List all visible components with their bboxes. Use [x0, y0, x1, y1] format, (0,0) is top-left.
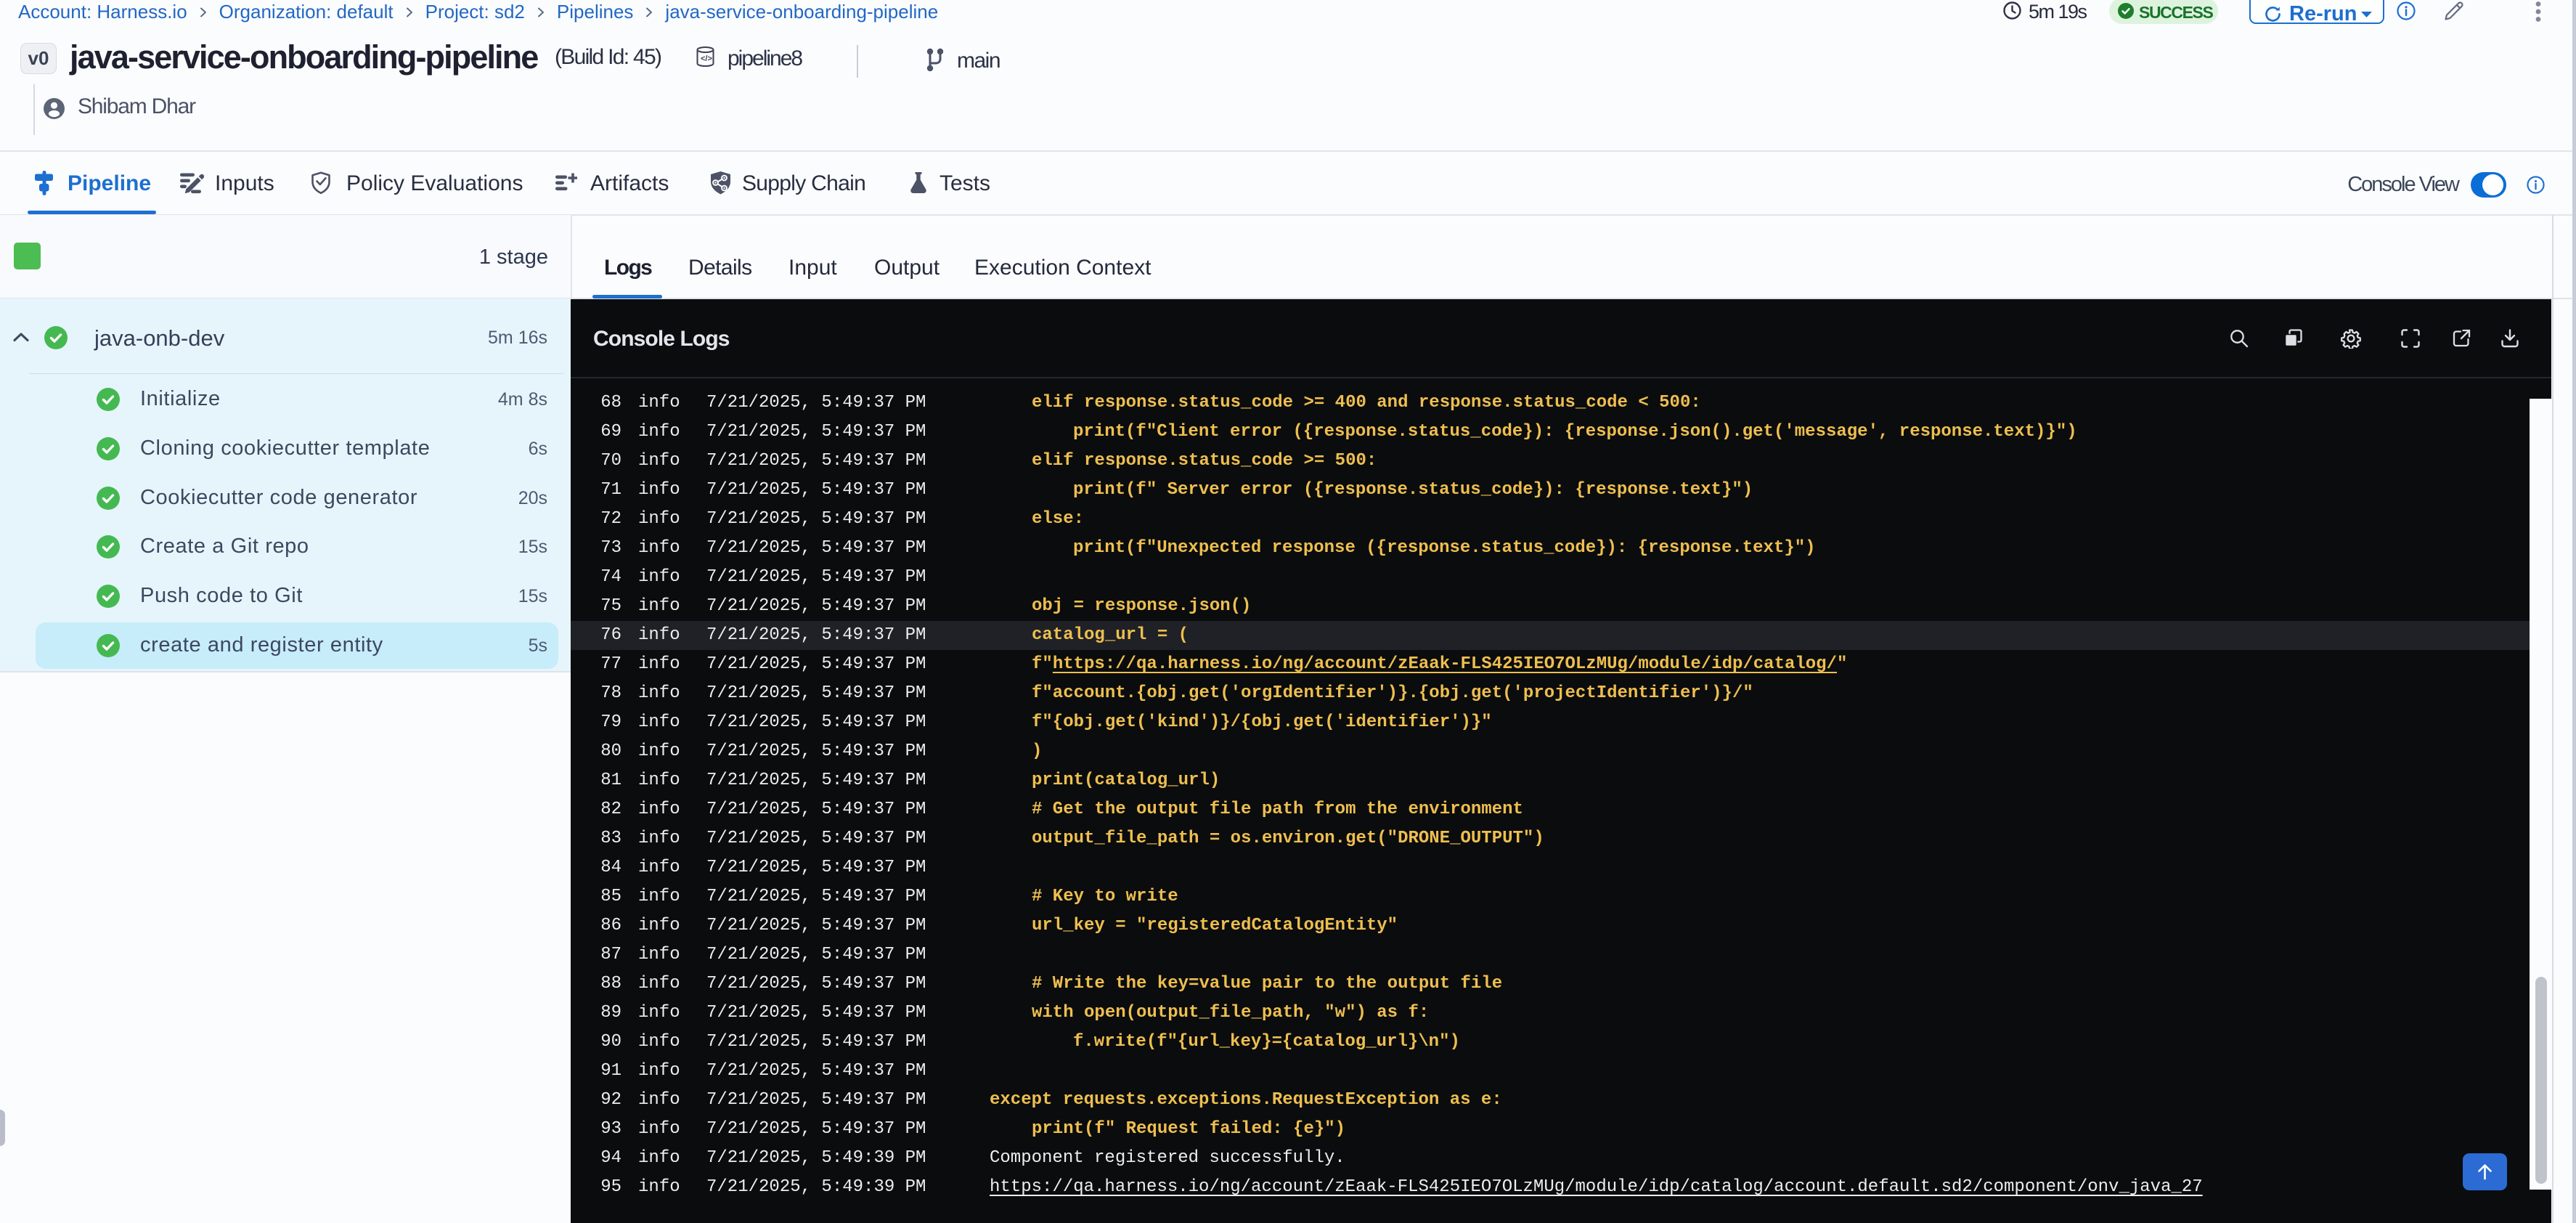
- svg-text:</>: </>: [701, 54, 712, 63]
